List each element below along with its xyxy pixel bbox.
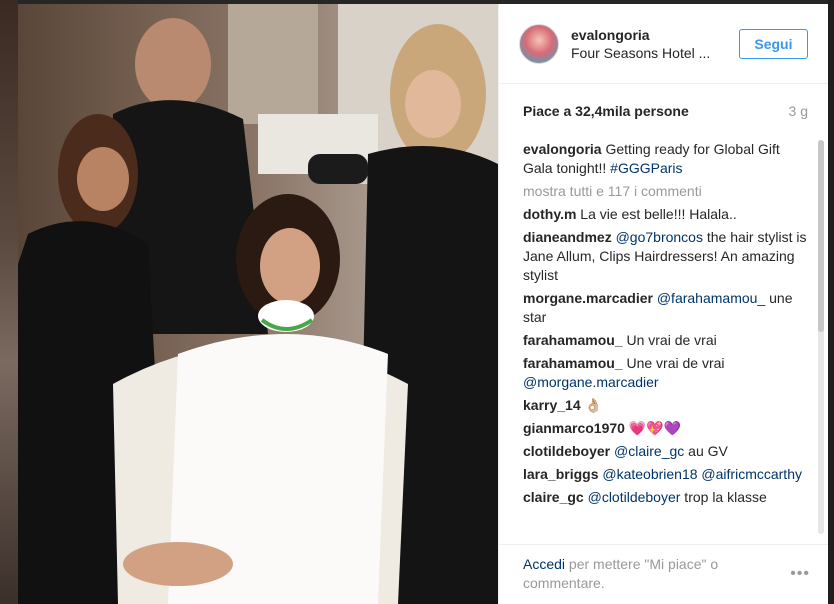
- comment-mention[interactable]: @kateobrien18 @aifricmccarthy: [602, 466, 802, 482]
- caption: evalongoria Getting ready for Global Gif…: [523, 140, 812, 178]
- comment-text: La vie est belle!!! Halala..: [580, 206, 737, 222]
- list-item: farahamamou_ Une vrai de vrai @morgane.m…: [523, 354, 812, 392]
- post-side-panel: evalongoria Four Seasons Hotel ... Segui…: [498, 4, 828, 604]
- caption-username[interactable]: evalongoria: [523, 141, 602, 157]
- post-photo-illustration: [18, 4, 498, 604]
- comments-scrollbar[interactable]: [818, 140, 824, 534]
- comment-username[interactable]: lara_briggs: [523, 466, 598, 482]
- comment-username[interactable]: morgane.marcadier: [523, 290, 653, 306]
- comment-username[interactable]: dianeandmez: [523, 229, 612, 245]
- list-item: clotildeboyer @claire_gc au GV: [523, 442, 812, 461]
- comments-list: evalongoria Getting ready for Global Gif…: [523, 140, 812, 540]
- comment-username[interactable]: farahamamou_: [523, 332, 623, 348]
- comment-username[interactable]: dothy.m: [523, 206, 576, 222]
- login-link[interactable]: Accedi: [523, 556, 565, 572]
- list-item: dothy.m La vie est belle!!! Halala..: [523, 205, 812, 224]
- comment-username[interactable]: karry_14: [523, 397, 581, 413]
- comment-mention[interactable]: @claire_gc: [614, 443, 684, 459]
- author-block: evalongoria Four Seasons Hotel ...: [571, 26, 739, 62]
- comment-username[interactable]: gianmarco1970: [523, 420, 625, 436]
- list-item: farahamamou_ Un vrai de vrai: [523, 331, 812, 350]
- backdrop-left: [0, 0, 18, 604]
- post-footer: Accedi per mettere "Mi piace" o commenta…: [499, 544, 828, 604]
- author-username[interactable]: evalongoria: [571, 26, 739, 44]
- likes-count[interactable]: Piace a 32,4mila persone: [523, 103, 689, 119]
- more-options-icon[interactable]: •••: [790, 565, 810, 583]
- login-prompt: Accedi per mettere "Mi piace" o commenta…: [523, 555, 753, 593]
- backdrop-right: [828, 0, 834, 604]
- follow-button[interactable]: Segui: [738, 28, 808, 59]
- comment-text: au GV: [684, 443, 728, 459]
- list-item: claire_gc @clotildeboyer trop la klasse: [523, 488, 812, 507]
- avatar[interactable]: [519, 23, 559, 64]
- post-photo[interactable]: [18, 4, 498, 604]
- post-location[interactable]: Four Seasons Hotel ...: [571, 44, 739, 62]
- list-item: lara_briggs @kateobrien18 @aifricmccarth…: [523, 465, 812, 484]
- comment-mention[interactable]: @farahamamou_: [657, 290, 765, 306]
- view-all-comments-link[interactable]: mostra tutti e 117 i commenti: [523, 182, 812, 201]
- comment-mention[interactable]: @go7broncos: [616, 229, 703, 245]
- caption-hashtag[interactable]: #GGGParis: [610, 160, 682, 176]
- list-item: karry_14 👌🏼: [523, 396, 812, 415]
- list-item: gianmarco1970 💗💖💜: [523, 419, 812, 438]
- comment-text: trop la klasse: [680, 489, 767, 505]
- comment-text: Un vrai de vrai: [626, 332, 717, 348]
- comment-username[interactable]: clotildeboyer: [523, 443, 610, 459]
- comment-text: 💗💖💜: [628, 420, 682, 436]
- likes-row: Piace a 32,4mila persone 3 g: [523, 100, 808, 122]
- comment-text: 👌🏼: [584, 397, 602, 413]
- list-item: morgane.marcadier @farahamamou_ une star: [523, 289, 812, 327]
- list-item: dianeandmez @go7broncos the hair stylist…: [523, 228, 812, 285]
- post-modal: evalongoria Four Seasons Hotel ... Segui…: [18, 4, 828, 604]
- comment-mention[interactable]: @clotildeboyer: [588, 489, 681, 505]
- comment-text: Une vrai de vrai: [626, 355, 725, 371]
- post-header: evalongoria Four Seasons Hotel ... Segui: [499, 4, 828, 84]
- scrollbar-thumb[interactable]: [818, 140, 824, 332]
- comment-username[interactable]: claire_gc: [523, 489, 584, 505]
- comment-username[interactable]: farahamamou_: [523, 355, 623, 371]
- comment-mention[interactable]: @morgane.marcadier: [523, 374, 659, 390]
- post-time[interactable]: 3 g: [789, 103, 808, 119]
